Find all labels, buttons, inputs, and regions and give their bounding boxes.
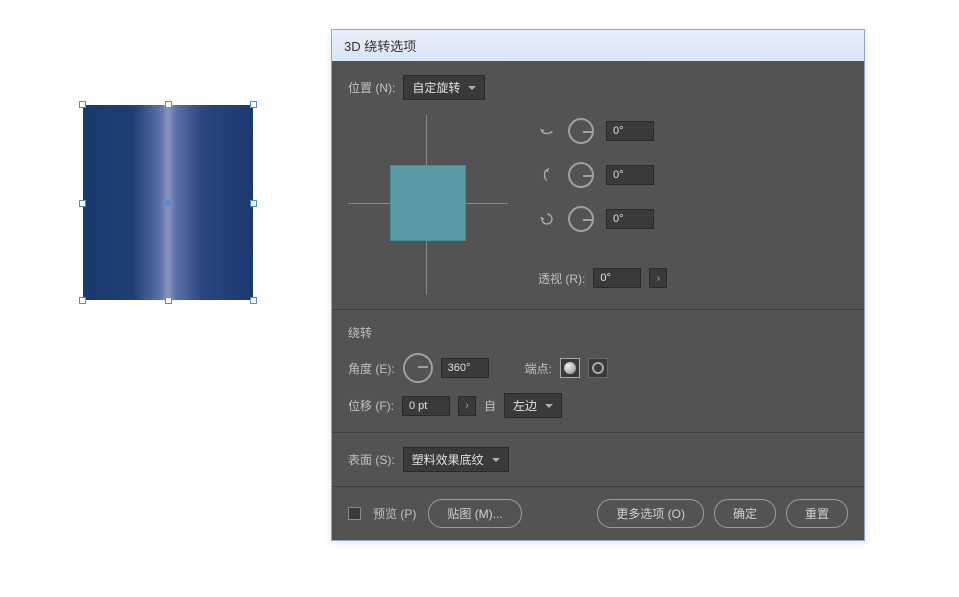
offset-stepper[interactable]: › <box>458 396 476 416</box>
selection-handle-br[interactable] <box>250 297 257 304</box>
position-dropdown[interactable]: 自定旋转 <box>403 75 485 100</box>
selection-handle-ml[interactable] <box>79 200 86 207</box>
selection-handle-tm[interactable] <box>165 101 172 108</box>
selection-handle-bl[interactable] <box>79 297 86 304</box>
rotate-x-dial[interactable] <box>568 118 594 144</box>
surface-label: 表面 (S): <box>348 451 395 468</box>
cube-face-front[interactable] <box>390 165 466 241</box>
revolve-section: 绕转 角度 (E): 端点: 位移 (F): › 自 左边 <box>332 310 864 433</box>
rotate-z-dial[interactable] <box>568 206 594 232</box>
perspective-stepper[interactable]: › <box>649 268 667 288</box>
rotate-z-input[interactable] <box>606 209 654 229</box>
from-label: 自 <box>484 397 496 414</box>
rotate-x-input[interactable] <box>606 121 654 141</box>
revolve-options-dialog: 3D 绕转选项 位置 (N): 自定旋转 <box>331 29 865 541</box>
rotation-preview[interactable] <box>348 115 508 295</box>
more-options-button[interactable]: 更多选项 (O) <box>597 499 704 528</box>
perspective-input[interactable] <box>593 268 641 288</box>
angle-label: 角度 (E): <box>348 360 395 377</box>
cap-solid-icon <box>564 362 576 374</box>
surface-section: 表面 (S): 塑料效果底纹 <box>332 433 864 487</box>
rotate-x-icon <box>538 122 556 140</box>
cap-solid-option[interactable] <box>560 358 580 378</box>
rotate-y-input[interactable] <box>606 165 654 185</box>
angle-controls: 透视 (R): › <box>538 110 667 288</box>
position-section: 位置 (N): 自定旋转 <box>332 61 864 310</box>
perspective-label: 透视 (R): <box>538 270 585 287</box>
surface-dropdown[interactable]: 塑料效果底纹 <box>403 447 509 472</box>
selection-center[interactable] <box>165 200 171 206</box>
rotate-z-icon <box>538 210 556 228</box>
selection-handle-tl[interactable] <box>79 101 86 108</box>
rotate-y-icon <box>538 166 556 184</box>
angle-dial[interactable] <box>403 353 433 383</box>
surface-value: 塑料效果底纹 <box>412 451 484 468</box>
offset-input[interactable] <box>402 396 450 416</box>
offset-label: 位移 (F): <box>348 397 394 414</box>
cap-label: 端点: <box>525 360 552 377</box>
position-label: 位置 (N): <box>348 79 395 96</box>
dialog-body: 位置 (N): 自定旋转 <box>332 61 864 540</box>
dialog-title[interactable]: 3D 绕转选项 <box>332 30 864 61</box>
selected-object[interactable] <box>83 105 253 300</box>
from-edge-dropdown[interactable]: 左边 <box>504 393 562 418</box>
cap-hollow-option[interactable] <box>588 358 608 378</box>
angle-input[interactable] <box>441 358 489 378</box>
revolve-title: 绕转 <box>348 324 848 341</box>
reset-button[interactable]: 重置 <box>786 499 848 528</box>
selection-handle-mr[interactable] <box>250 200 257 207</box>
dialog-footer: 预览 (P) 贴图 (M)... 更多选项 (O) 确定 重置 <box>332 487 864 540</box>
cap-hollow-icon <box>592 362 604 374</box>
from-edge-value: 左边 <box>513 397 537 414</box>
preview-checkbox[interactable] <box>348 507 361 520</box>
position-value: 自定旋转 <box>412 79 460 96</box>
map-art-button[interactable]: 贴图 (M)... <box>428 499 521 528</box>
preview-label[interactable]: 预览 (P) <box>373 505 416 522</box>
ok-button[interactable]: 确定 <box>714 499 776 528</box>
selection-handle-tr[interactable] <box>250 101 257 108</box>
selection-handle-bm[interactable] <box>165 297 172 304</box>
rotate-y-dial[interactable] <box>568 162 594 188</box>
